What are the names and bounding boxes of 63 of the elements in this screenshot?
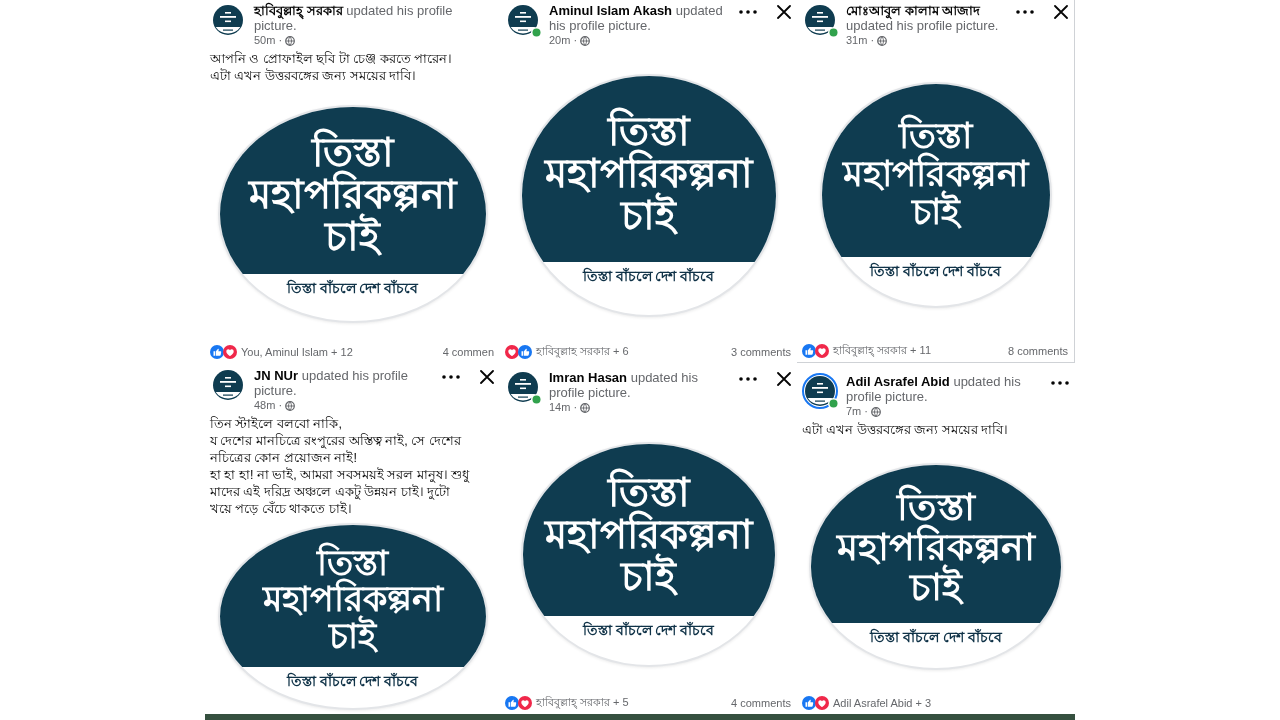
banner-title: তিস্তা মহাপরিকল্পনা চাই: [544, 109, 753, 236]
thumbs-up-icon: [210, 345, 224, 359]
comments-count-link[interactable]: 4 comments: [731, 697, 791, 709]
post-action-text: হাবিবুল্লাহ্ সরকার updated his profile picture.: [254, 3, 454, 33]
more-dots-icon: [1016, 10, 1034, 14]
author-name-link[interactable]: হাবিবুল্লাহ্ সরকার: [254, 3, 343, 18]
more-dots-icon: [739, 10, 757, 14]
more-dots-icon: [1051, 381, 1069, 385]
post-action-text: মোঃআবুল কালাম আজাদ updated his profile picture.: [846, 3, 1000, 33]
post-action-text: Imran Hasan updated his profile picture.: [549, 370, 699, 400]
banner-caption: তিস্তা বাঁচলে দেশ বাঁচবে: [286, 673, 419, 691]
banner-caption: তিস্তা বাঁচলে দেশ বাঁচবে: [870, 629, 1002, 647]
post-action-text: Adil Asrafel Abid updated his profile picture.: [846, 374, 1022, 404]
thumbs-up-icon: [505, 696, 519, 710]
post-text: এটা এখন উত্তরবঙ্গের জন্য সময়ের দাবি।: [801, 422, 1010, 439]
banner-caption: তিস্তা বাঁচলে দেশ বাঁচবে: [869, 262, 1002, 280]
globe-icon: [285, 35, 296, 46]
post-time[interactable]: 20m ·: [549, 34, 578, 47]
post-action-text: JN NUr updated his profile picture.: [254, 368, 409, 398]
banner-title: তিস্তা মহাপরিকল্পনা চাই: [544, 470, 753, 597]
post-time[interactable]: 14m ·: [549, 401, 578, 414]
close-button[interactable]: [777, 372, 791, 386]
thumbs-up-icon: [518, 345, 532, 359]
author-name-link[interactable]: Adil Asrafel Abid: [846, 374, 950, 389]
author-name-link[interactable]: মোঃআবুল কালাম আজাদ: [846, 3, 981, 18]
banner-caption: তিস্তা বাঁচলে দেশ বাঁচবে: [286, 279, 419, 297]
reaction-names[interactable]: হাবিবুল্লাহ সরকার + 6: [536, 342, 629, 362]
post-action-text: Aminul Islam Akash updated his profile picture.: [549, 3, 724, 33]
globe-icon: [871, 406, 881, 417]
globe-icon: [877, 35, 888, 46]
reaction-names[interactable]: হাবিবুল্লাহ্ সরকার + 11: [833, 341, 931, 361]
author-name-link[interactable]: Imran Hasan: [549, 370, 628, 385]
author-name-link[interactable]: Aminul Islam Akash: [549, 3, 673, 18]
close-icon: [1054, 5, 1068, 19]
close-button[interactable]: [480, 370, 494, 384]
globe-icon: [580, 35, 591, 46]
banner-title: তিস্তা মহাপরিকল্পনা চাই: [262, 544, 443, 655]
reaction-names[interactable]: হাবিবুল্লাহ্ সরকার + 5: [536, 693, 629, 713]
close-icon: [777, 5, 791, 19]
thumbs-up-icon: [802, 344, 816, 358]
close-icon: [480, 370, 494, 384]
close-icon: [777, 372, 791, 386]
comments-count-link[interactable]: 4 commen: [442, 346, 494, 358]
comments-count-link[interactable]: 8 comments: [1008, 345, 1068, 357]
globe-icon: [580, 402, 591, 413]
post-time[interactable]: 48m ·: [254, 399, 283, 412]
globe-icon: [285, 400, 296, 411]
post-text: আপনি ও প্রোফাইল ছবি টা চেঞ্জ করতে পারেন। এটা এখন উত্তরবঙ্গের জন্য সময়ের দাবি।: [209, 51, 454, 85]
comments-count-link[interactable]: 3 comments: [731, 346, 791, 358]
thumbs-up-icon: [802, 696, 816, 710]
banner-caption: তিস্তা বাঁচলে দেশ বাঁচবে: [582, 267, 715, 285]
banner-caption: তিস্তা বাঁচলে দেশ বাঁচবে: [582, 621, 715, 639]
more-dots-icon: [442, 375, 460, 379]
post-text: তিন স্টাইলে বলবো নাকি, য দেশের মানচিত্রে রংপুরের অস্তিত্ব নাই, সে দেশের নচিত্রের কোন প্রয়োজন নাই! হা হা হা! না ভাই, আমরা সবসময়ই সরল মানুষ। শুধু মাদের এই দরিদ্র অঞ্চলে একটু উন্নয়ন চাই। দুটো খয়ে পড়ে বেঁচে থাকতে চাই।: [209, 416, 471, 518]
reaction-names[interactable]: You, Aminul Islam + 12: [241, 346, 353, 358]
reaction-names[interactable]: Adil Asrafel Abid + 3: [833, 697, 932, 709]
close-button[interactable]: [777, 5, 791, 19]
close-button[interactable]: [1054, 5, 1068, 19]
author-name-link[interactable]: JN NUr: [254, 368, 299, 383]
post-time[interactable]: 31m ·: [846, 34, 875, 47]
more-dots-icon: [739, 377, 757, 381]
post-time[interactable]: 7m ·: [846, 405, 868, 418]
post-time[interactable]: 50m ·: [254, 34, 283, 47]
